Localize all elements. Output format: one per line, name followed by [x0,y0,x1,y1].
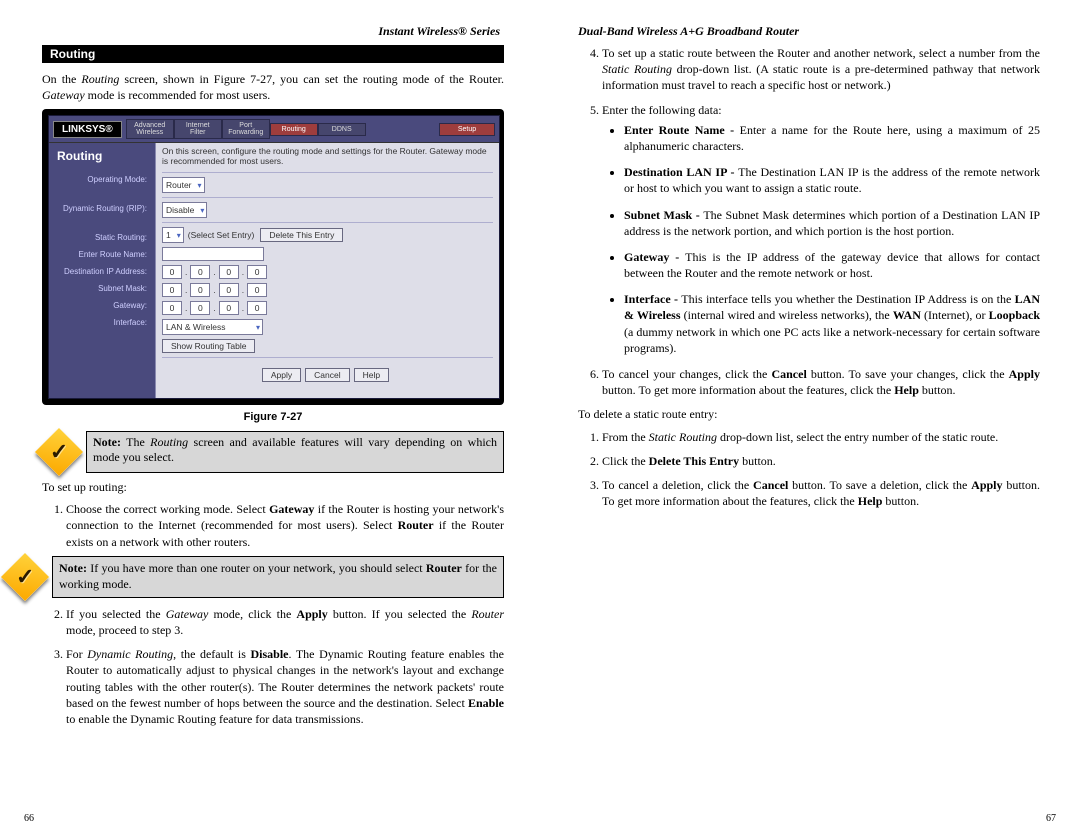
brand-logo: LINKSYS® [53,121,122,138]
step-5-bullets: Enter Route Name - Enter a name for the … [602,122,1040,356]
panel-description: On this screen, configure the routing mo… [162,147,493,166]
dest-ip-2[interactable]: 0 [190,265,210,279]
bullet-route-name: Enter Route Name - Enter a name for the … [624,122,1040,154]
step-1: Choose the correct working mode. Select … [66,501,504,598]
router-ui: LINKSYS® AdvancedWireless InternetFilter… [48,115,500,399]
figure-caption: Figure 7-27 [42,411,504,423]
step-2: If you selected the Gateway mode, click … [66,606,504,638]
step-3: For Dynamic Routing, the default is Disa… [66,646,504,727]
gw-2[interactable]: 0 [190,301,210,315]
select-entry-hint: (Select Set Entry) [188,230,255,240]
show-routing-table-button[interactable]: Show Routing Table [162,339,255,353]
header-left: Instant Wireless® Series [42,24,504,39]
side-panel: Routing Operating Mode: Dynamic Routing … [49,143,155,398]
page-number-66: 66 [24,813,34,824]
dest-ip-3[interactable]: 0 [219,265,239,279]
select-interface[interactable]: LAN & Wireless [162,319,263,335]
step-5: Enter the following data: Enter Route Na… [602,102,1040,356]
help-button[interactable]: Help [354,368,389,382]
warning-icon [1,553,49,601]
mask-1[interactable]: 0 [162,283,182,297]
cancel-button[interactable]: Cancel [305,368,349,382]
bullet-gateway: Gateway - This is the IP address of the … [624,249,1040,281]
label-gateway: Gateway: [57,301,147,310]
dest-ip-1[interactable]: 0 [162,265,182,279]
row-gateway: 0. 0. 0. 0 [162,301,493,315]
label-subnet-mask: Subnet Mask: [57,284,147,293]
tab-setup[interactable]: Setup [439,123,495,136]
note-1: Note: The Routing screen and available f… [42,431,504,473]
select-dynamic-routing[interactable]: Disable [162,202,207,218]
tab-internet-filter[interactable]: InternetFilter [174,119,222,139]
tab-ddns[interactable]: DDNS [318,123,366,136]
step-6: To cancel your changes, click the Cancel… [602,366,1040,398]
setup-intro: To set up routing: [42,479,504,495]
main-panel: On this screen, configure the routing mo… [155,143,499,398]
intro-text: On the Routing screen, shown in Figure 7… [42,71,504,103]
input-route-name[interactable] [162,247,264,261]
row-dest-ip: 0. 0. 0. 0 [162,265,493,279]
bullet-dest-ip: Destination LAN IP - The Destination LAN… [624,164,1040,196]
section-bar-routing: Routing [42,45,504,63]
note-2: Note: If you have more than one router o… [8,556,504,598]
apply-button[interactable]: Apply [262,368,301,382]
select-static-routing[interactable]: 1 [162,227,184,243]
label-dest-ip: Destination IP Address: [57,267,147,276]
tab-routing[interactable]: Routing [270,123,318,136]
step-4: To set up a static route between the Rou… [602,45,1040,94]
gw-4[interactable]: 0 [247,301,267,315]
header-right: Dual-Band Wireless A+G Broadband Router [578,24,1040,39]
mask-4[interactable]: 0 [247,283,267,297]
mask-2[interactable]: 0 [190,283,210,297]
label-route-name: Enter Route Name: [57,250,147,259]
bullet-interface: Interface - This interface tells you whe… [624,291,1040,356]
label-operating-mode: Operating Mode: [57,175,147,184]
page-66: Instant Wireless® Series Routing On the … [0,0,540,834]
mask-3[interactable]: 0 [219,283,239,297]
side-title: Routing [57,149,147,163]
delete-list: From the Static Routing drop-down list, … [578,429,1040,510]
gw-1[interactable]: 0 [162,301,182,315]
del-step-3: To cancel a deletion, click the Cancel b… [602,477,1040,509]
dest-ip-4[interactable]: 0 [247,265,267,279]
del-step-1: From the Static Routing drop-down list, … [602,429,1040,445]
bullet-subnet: Subnet Mask - The Subnet Mask determines… [624,207,1040,239]
setup-list: Choose the correct working mode. Select … [42,501,504,727]
warning-icon [35,428,83,476]
tab-bar: LINKSYS® AdvancedWireless InternetFilter… [49,116,499,143]
row-mask: 0. 0. 0. 0 [162,283,493,297]
delete-intro: To delete a static route entry: [578,406,1040,422]
figure-7-27: LINKSYS® AdvancedWireless InternetFilter… [42,109,504,405]
label-dynamic-routing: Dynamic Routing (RIP): [57,204,147,213]
tab-port-forwarding[interactable]: PortForwarding [222,119,270,139]
tab-advanced-wireless[interactable]: AdvancedWireless [126,119,174,139]
label-interface: Interface: [57,318,147,327]
del-step-2: Click the Delete This Entry button. [602,453,1040,469]
page-67: Dual-Band Wireless A+G Broadband Router … [540,0,1080,834]
gw-3[interactable]: 0 [219,301,239,315]
label-static-routing: Static Routing: [57,233,147,242]
page-number-67: 67 [1046,813,1056,824]
select-operating-mode[interactable]: Router [162,177,205,193]
setup-list-cont: To set up a static route between the Rou… [578,45,1040,398]
delete-entry-button[interactable]: Delete This Entry [260,228,343,242]
